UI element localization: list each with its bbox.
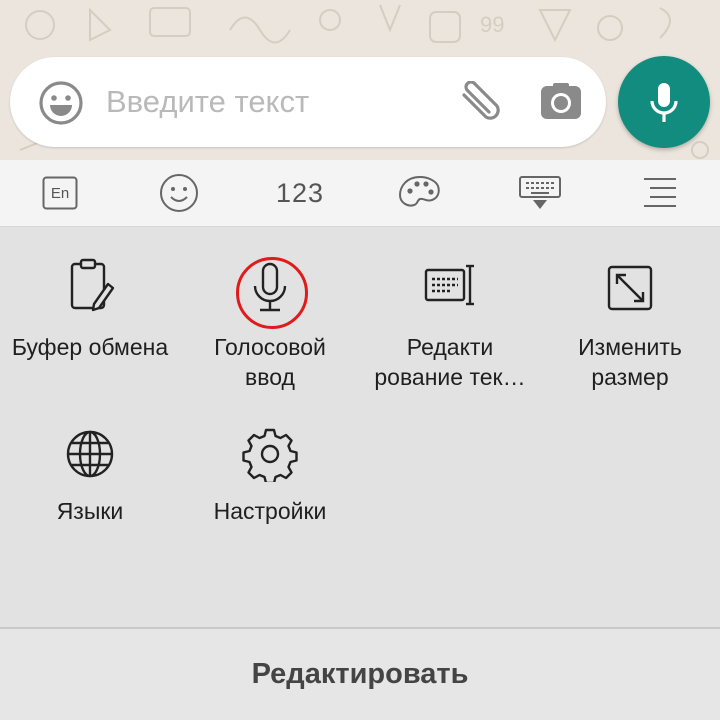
tile-label: Изменить [578, 334, 682, 360]
camera-icon[interactable] [540, 82, 582, 120]
tile-label: Настройки [213, 498, 327, 524]
numbers-button[interactable]: 123 [272, 173, 328, 213]
resize-icon [602, 260, 658, 316]
edit-button[interactable]: Редактировать [0, 629, 720, 720]
tile-text-editing[interactable]: Редакти рование тек… [360, 258, 540, 394]
message-input[interactable]: Введите текст [106, 81, 309, 123]
palette-icon[interactable] [398, 173, 442, 213]
smiley-icon[interactable] [38, 80, 84, 126]
voice-send-button[interactable] [618, 56, 710, 148]
tile-label: Голосовой [214, 334, 326, 360]
tile-settings[interactable]: Настройки [180, 424, 360, 534]
gear-icon [242, 426, 298, 485]
clipboard-icon [62, 258, 118, 314]
svg-text:99: 99 [480, 12, 504, 37]
numbers-label: 123 [275, 177, 325, 208]
text-edit-icon [422, 258, 478, 314]
bottom-bar: Редактировать [0, 629, 720, 720]
tile-label: Языки [56, 498, 124, 524]
highlight-circle [236, 257, 308, 329]
language-icon[interactable]: En [42, 173, 78, 213]
tile-label: Буфер обмена [11, 334, 169, 360]
microphone-icon [650, 83, 678, 122]
tile-languages[interactable]: Языки [0, 424, 180, 534]
paperclip-icon[interactable] [456, 80, 508, 125]
globe-icon [62, 426, 118, 482]
message-compose-bar: Введите текст [10, 57, 606, 147]
language-label: En [50, 184, 70, 202]
keyboard-hide-icon[interactable] [518, 173, 562, 213]
menu-icon[interactable] [642, 173, 678, 213]
tile-label-line2: рование тек… [374, 364, 526, 390]
tile-clipboard[interactable]: Буфер обмена [0, 258, 180, 368]
tile-label-line2: размер [591, 364, 669, 390]
tile-resize[interactable]: Изменить размер [540, 258, 720, 394]
tile-label: Редакти [406, 334, 494, 360]
keyboard-toolbar: En 123 [0, 160, 720, 227]
emoji-icon[interactable] [158, 173, 200, 213]
tile-label-line2: ввод [245, 364, 295, 390]
